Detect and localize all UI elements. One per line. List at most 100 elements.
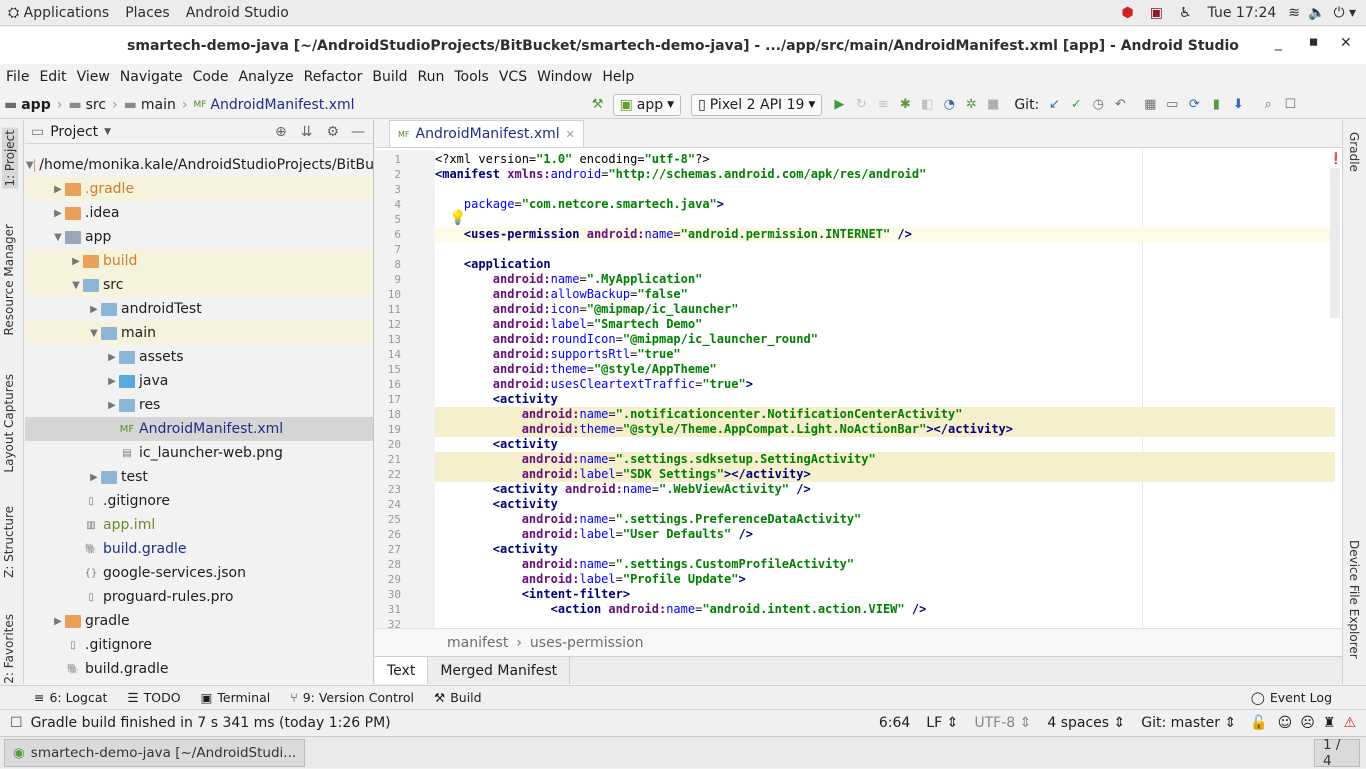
code-line[interactable]: android:label="SDK Settings"></activity>	[435, 467, 1335, 482]
notification-icon[interactable]: ⚠	[1339, 715, 1366, 731]
tab-layout-captures[interactable]: Layout Captures	[2, 374, 16, 473]
build-button[interactable]: ⚒ Build	[424, 690, 492, 705]
tree-item[interactable]: ▯ proguard-rules.pro	[25, 585, 373, 609]
tree-item[interactable]: ▶ gradle	[25, 609, 373, 633]
indent-setting[interactable]: 4 spaces ⇕	[1039, 715, 1133, 731]
code-line[interactable]: android:usesCleartextTraffic="true">	[435, 377, 1335, 392]
code-line[interactable]: android:name=".MyApplication"	[435, 272, 1335, 287]
tab-device-file-explorer[interactable]: Device File Explorer	[1347, 540, 1361, 659]
status-message[interactable]: Gradle build finished in 7 s 341 ms (tod…	[31, 715, 391, 731]
chevron-right-icon[interactable]: ▶	[87, 304, 101, 315]
chevron-right-icon[interactable]: ▶	[51, 184, 65, 195]
tree-item[interactable]: 🐘 build.gradle	[25, 657, 373, 681]
tree-item[interactable]: ▶ test	[25, 465, 373, 489]
locate-icon[interactable]: ⊕	[275, 124, 287, 140]
logcat-button[interactable]: ≡ 6: Logcat	[24, 690, 117, 705]
chevron-right-icon[interactable]: ▶	[51, 208, 65, 219]
close-tab-icon[interactable]: ✕	[566, 128, 575, 141]
git-branch[interactable]: Git: master ⇕	[1133, 715, 1244, 731]
code-line[interactable]: android:name=".settings.PreferenceDataAc…	[435, 512, 1335, 527]
crumb-manifest[interactable]: manifest	[447, 635, 508, 651]
version-control-button[interactable]: ⑂ 9: Version Control	[280, 690, 424, 705]
code-line[interactable]: android:name=".settings.CustomProfileAct…	[435, 557, 1335, 572]
chevron-down-icon[interactable]: ▼	[104, 127, 111, 137]
code-line[interactable]: <application	[435, 257, 1335, 272]
tree-item[interactable]: ▶ java	[25, 369, 373, 393]
close-icon[interactable]: ✕	[1340, 35, 1352, 51]
tab-text[interactable]: Text	[375, 657, 429, 684]
menu-run[interactable]: Run	[413, 69, 450, 85]
breadcrumb-manifest[interactable]: MF AndroidManifest.xml	[189, 97, 358, 113]
breadcrumb-src[interactable]: ▬ src	[64, 97, 110, 113]
project-structure-icon[interactable]: ▦	[1139, 94, 1161, 116]
maximize-icon[interactable]: ◼	[1309, 35, 1318, 48]
tree-item[interactable]: MF AndroidManifest.xml	[25, 417, 373, 441]
tree-item[interactable]: ▼ app	[25, 225, 373, 249]
clock[interactable]: Tue 17:24	[1200, 5, 1285, 21]
tab-favorites[interactable]: 2: Favorites	[2, 614, 16, 684]
code-line[interactable]: android:supportsRtl="true"	[435, 347, 1335, 362]
project-view-select[interactable]: Project	[50, 124, 98, 140]
menu-window[interactable]: Window	[532, 69, 597, 85]
event-log-button[interactable]: ◯ Event Log	[1241, 690, 1342, 705]
lock-icon[interactable]: 🔓	[1244, 715, 1273, 731]
power-menu-icon[interactable]: ⏻ ▾	[1329, 5, 1366, 21]
tree-item[interactable]: ▤ ic_launcher-web.png	[25, 441, 373, 465]
line-separator[interactable]: LF ⇕	[918, 715, 966, 731]
lightbulb-icon[interactable]: 💡	[449, 210, 466, 226]
menu-view[interactable]: View	[72, 69, 115, 85]
avd-manager-icon[interactable]: ▮	[1205, 94, 1227, 116]
apply-code-changes-icon[interactable]: ≡	[872, 94, 894, 116]
terminal-button[interactable]: ▣ Terminal	[191, 690, 281, 705]
todo-button[interactable]: ☰ TODO	[117, 690, 190, 705]
gear-icon[interactable]: ⚙	[326, 124, 339, 140]
git-commit-icon[interactable]: ✓	[1065, 94, 1087, 116]
tab-project[interactable]: 1: Project	[2, 128, 18, 189]
tree-item[interactable]: ▼ src	[25, 273, 373, 297]
attach-debugger-icon[interactable]: ◧	[916, 94, 938, 116]
code-line[interactable]: android:theme="@style/AppTheme"	[435, 362, 1335, 377]
code-line[interactable]	[435, 617, 1335, 628]
code-line[interactable]: <action android:name="android.intent.act…	[435, 602, 1335, 617]
breadcrumb-app[interactable]: ▬ app	[0, 97, 55, 113]
tree-item[interactable]: ▶ assets	[25, 345, 373, 369]
accessibility-icon[interactable]: ♿	[1171, 5, 1200, 21]
code-line[interactable]: android:name=".notificationcenter.Notifi…	[435, 407, 1335, 422]
tab-structure[interactable]: Z: Structure	[2, 506, 16, 578]
status-toggle-icon[interactable]: ☐	[0, 715, 31, 731]
git-update-icon[interactable]: ↙	[1043, 94, 1065, 116]
taskbar-window-button[interactable]: ◉ smartech-demo-java [~/AndroidStudi...	[4, 738, 306, 767]
tray-shield-icon[interactable]: ⬢	[1114, 5, 1142, 21]
user-icon[interactable]: ☐	[1279, 94, 1301, 116]
happy-feedback-icon[interactable]: ☺	[1274, 715, 1297, 731]
tree-item[interactable]: ▶ res	[25, 393, 373, 417]
chevron-right-icon[interactable]: ▶	[69, 256, 83, 267]
tree-item[interactable]: ▶ androidTest	[25, 297, 373, 321]
code-line[interactable]: <activity	[435, 542, 1335, 557]
tree-item[interactable]: ▯ .gitignore	[25, 489, 373, 513]
wifi-icon[interactable]: ≋	[1284, 5, 1304, 21]
tree-item[interactable]: ▼ main	[25, 321, 373, 345]
code-line[interactable]: <activity	[435, 497, 1335, 512]
git-revert-icon[interactable]: ↶	[1109, 94, 1131, 116]
tree-item[interactable]: ▥ app.iml	[25, 513, 373, 537]
code-line[interactable]: android:roundIcon="@mipmap/ic_launcher_r…	[435, 332, 1335, 347]
menu-vcs[interactable]: VCS	[494, 69, 532, 85]
collapse-all-icon[interactable]: ⇊	[301, 124, 313, 140]
code-line[interactable]: <intent-filter>	[435, 587, 1335, 602]
menu-refactor[interactable]: Refactor	[299, 69, 368, 85]
sdk-manager-icon[interactable]: ⬇	[1227, 94, 1249, 116]
workspace-indicator[interactable]: 1 / 4	[1314, 737, 1360, 769]
code-line[interactable]: <activity	[435, 437, 1335, 452]
run-icon[interactable]: ▶	[828, 94, 850, 116]
tray-app-icon[interactable]: ▣	[1142, 5, 1171, 21]
crumb-uses-permission[interactable]: uses-permission	[530, 635, 644, 651]
tab-resource-manager[interactable]: Resource Manager	[2, 224, 16, 335]
code-line[interactable]: android:label="Smartech Demo"	[435, 317, 1335, 332]
places-menu[interactable]: Places	[117, 5, 178, 21]
inspector-icon[interactable]: ♜	[1319, 715, 1340, 731]
run-config-select[interactable]: ▣ app ▼	[612, 93, 682, 116]
search-icon[interactable]: ⌕	[1257, 94, 1279, 116]
stop-icon[interactable]: ■	[982, 94, 1004, 116]
tab-gradle[interactable]: Gradle	[1347, 132, 1361, 172]
